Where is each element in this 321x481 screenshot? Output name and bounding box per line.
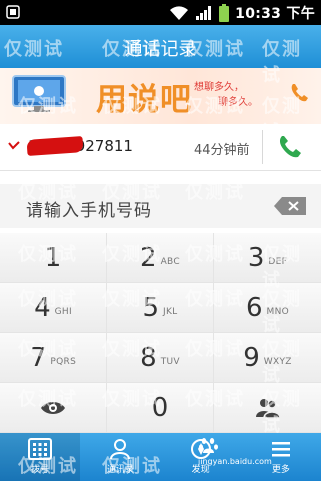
call-time: 44分钟前 [194,143,250,158]
key-digit: 1 [44,242,62,273]
key-letters: PQRS [50,356,77,367]
dial-input[interactable]: 请输入手机号码 [0,184,321,228]
status-bar: 10:33 下午 [0,0,321,25]
wifi-icon [170,5,189,20]
key-1[interactable]: 1 [0,233,107,283]
key-digit: 6 [245,292,263,323]
key-digit: 0 [151,392,169,423]
tab-label: 通讯录 [106,465,134,475]
baidu-watermark: jingyan.baidu.com [198,437,302,469]
backspace-icon[interactable] [273,196,307,216]
key-hide[interactable] [0,383,107,433]
page-title: 通话记录 [124,39,197,60]
key-8[interactable]: 8 TUV [107,333,214,383]
status-time: 10:33 下午 [235,5,315,22]
tab-dialpad[interactable]: 拨号 [0,433,81,481]
call-button[interactable] [263,124,321,170]
banner-slogan: 用说吧 [96,82,192,118]
tab-contacts[interactable]: 通讯录 [80,433,160,481]
dial-input-placeholder: 请输入手机号码 [26,201,152,221]
key-digit: 4 [34,292,51,323]
key-digit: 9 [243,342,260,373]
person-icon [110,439,131,460]
key-letters: JKL [163,306,178,317]
key-letters: MNO [266,306,290,317]
dialpad-icon [28,438,53,460]
bubble-line-1: 想聊多久， [194,82,244,93]
key-5[interactable]: 5 JKL [107,283,214,333]
key-letters: TUV [160,356,180,367]
banner-bubble: 想聊多久， 聊多久。 [194,80,280,110]
key-contacts[interactable] [214,383,321,433]
key-7[interactable]: 7 PQRS [0,333,107,383]
battery-icon [219,3,230,22]
ad-banner[interactable]: 用说吧 想聊多久， 聊多久。 [0,68,321,124]
phone-handset-icon [291,84,308,102]
key-6[interactable]: 6 MNO [214,283,321,333]
key-digit: 7 [29,342,47,373]
key-digit: 8 [140,342,157,373]
usb-debug-icon [6,5,20,19]
key-3[interactable]: 3 DEF [214,233,321,283]
key-digit: 3 [247,242,265,273]
phone-icon [279,136,301,158]
monitor-icon [12,75,66,112]
bubble-line-2: 聊多久。 [218,97,258,108]
contacts-icon [255,398,281,419]
key-digit: 2 [140,242,157,273]
key-9[interactable]: 9 WXYZ [214,333,321,383]
key-4[interactable]: 4 GHI [0,283,107,333]
signal-icon [196,5,212,20]
key-0[interactable]: 0 [107,383,214,433]
eye-icon [41,401,65,414]
key-letters: ABC [160,256,180,267]
title-bar: 通话记录 [0,25,321,68]
recent-call-item[interactable]: 15461927811 44分钟前 [0,124,321,171]
dial-keypad: 1 2 ABC 3 DEF 4 GHI 5 JKL 6 MNO 7 PQRS 8 TUV 9W… [0,233,321,433]
key-digit: 5 [142,292,160,323]
baidu-paw-icon [199,438,218,453]
key-2[interactable]: 2 ABC [107,233,214,283]
key-letters: DEF [268,256,288,267]
baidu-url: jingyan.baidu.com [198,457,272,466]
missed-call-icon [8,141,20,150]
key-letters: GHI [54,306,72,317]
tab-label: 拨号 [31,465,50,475]
key-letters: WXYZ [263,356,292,367]
